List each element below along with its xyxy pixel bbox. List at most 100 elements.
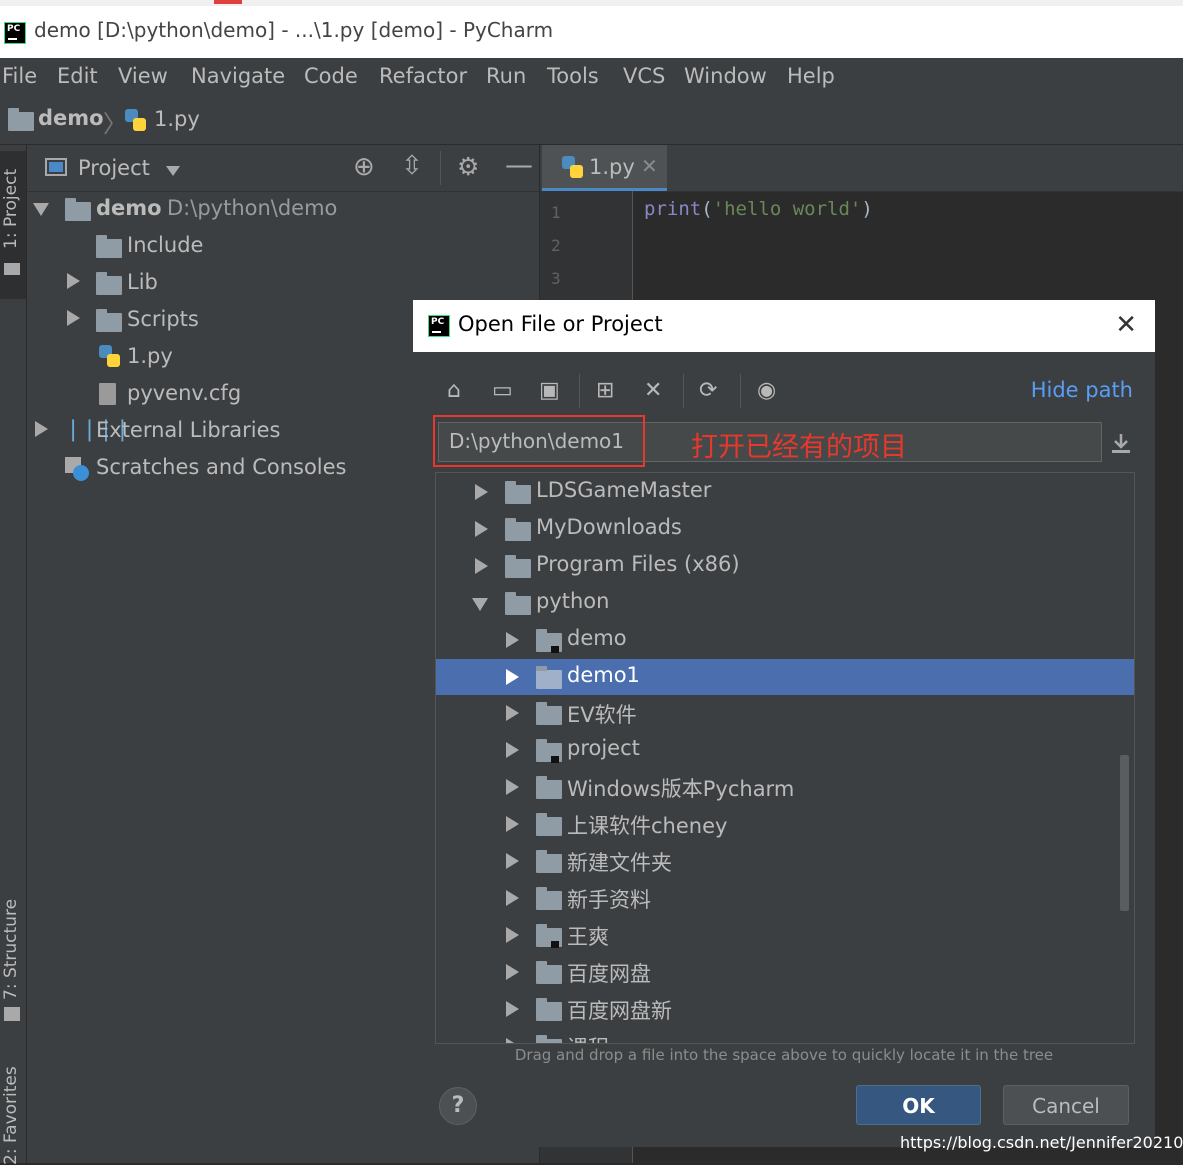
- expand-arrow-icon[interactable]: [35, 421, 48, 437]
- collapse-all-icon[interactable]: ⇳: [401, 151, 423, 181]
- tree-folder-row[interactable]: python: [436, 585, 1134, 621]
- tree-folder-row[interactable]: Program Files (x86): [436, 548, 1134, 584]
- expand-arrow-icon[interactable]: [506, 668, 519, 685]
- module-marker-icon: [551, 756, 559, 764]
- expand-arrow-icon[interactable]: [475, 557, 488, 574]
- home-icon[interactable]: ⌂: [447, 378, 461, 403]
- expand-arrow-icon[interactable]: [475, 520, 488, 537]
- ok-button[interactable]: OK: [856, 1085, 981, 1125]
- menu-view[interactable]: View: [118, 64, 168, 88]
- close-icon[interactable]: ✕: [641, 154, 658, 178]
- tree-item-lib[interactable]: Lib: [127, 270, 158, 294]
- tree-folder-label: Windows版本Pycharm: [567, 777, 795, 802]
- tree-item-external-libraries[interactable]: External Libraries: [96, 418, 281, 442]
- folder-icon: [536, 665, 562, 689]
- tree-folder-row[interactable]: 百度网盘新: [436, 991, 1134, 1027]
- tree-folder-row[interactable]: 新手资料: [436, 880, 1134, 916]
- folder-icon: [505, 517, 531, 541]
- locate-icon[interactable]: ⊕: [353, 152, 375, 182]
- menu-tools[interactable]: Tools: [547, 64, 599, 88]
- new-folder-icon[interactable]: ⊞: [596, 378, 614, 403]
- breadcrumb-file[interactable]: 1.py: [154, 107, 200, 131]
- tree-folder-row[interactable]: 王爽: [436, 917, 1134, 953]
- tree-folder-row[interactable]: MyDownloads: [436, 511, 1134, 547]
- chevron-down-icon[interactable]: [166, 166, 180, 176]
- tree-folder-row[interactable]: 课程: [436, 1028, 1134, 1044]
- close-icon[interactable]: ✕: [1115, 310, 1137, 340]
- tree-folder-row[interactable]: demo1: [436, 658, 1134, 695]
- gear-icon[interactable]: ⚙: [457, 152, 479, 181]
- help-button[interactable]: ?: [439, 1087, 477, 1125]
- desktop-icon[interactable]: ▭: [492, 378, 513, 403]
- project-folder-icon[interactable]: ▣: [539, 378, 560, 403]
- tree-folder-row[interactable]: EV软件: [436, 695, 1134, 731]
- menu-window[interactable]: Window: [684, 64, 767, 88]
- tree-folder-row[interactable]: 新建文件夹: [436, 843, 1134, 879]
- project-view-label[interactable]: Project: [78, 156, 150, 180]
- editor-tabs: 1.py ✕: [540, 145, 1183, 192]
- menu-navigate[interactable]: Navigate: [191, 64, 285, 88]
- delete-icon[interactable]: ✕: [644, 378, 662, 403]
- refresh-icon[interactable]: ⟳: [699, 378, 717, 403]
- dialog-title: Open File or Project: [458, 312, 663, 336]
- menu-edit[interactable]: Edit: [57, 64, 98, 88]
- file-tree[interactable]: LDSGameMaster MyDownloads Program Files (x…: [435, 472, 1135, 1044]
- code-line-1[interactable]: print('hello world'): [644, 198, 873, 220]
- cancel-button[interactable]: Cancel: [1003, 1085, 1129, 1125]
- expand-arrow-icon[interactable]: [33, 203, 49, 216]
- tab-structure[interactable]: 7: Structure: [1, 899, 21, 1000]
- editor-tab-active[interactable]: 1.py ✕: [542, 145, 667, 191]
- expand-arrow-icon[interactable]: [506, 926, 519, 943]
- expand-arrow-icon[interactable]: [506, 742, 519, 759]
- menu-code[interactable]: Code: [304, 64, 358, 88]
- expand-arrow-icon[interactable]: [506, 631, 519, 648]
- tree-folder-row[interactable]: LDSGameMaster: [436, 474, 1134, 510]
- tree-folder-row[interactable]: 上课软件cheney: [436, 806, 1134, 842]
- menu-refactor[interactable]: Refactor: [379, 64, 467, 88]
- tree-folder-row[interactable]: demo: [436, 622, 1134, 658]
- tree-folder-row[interactable]: Windows版本Pycharm: [436, 769, 1134, 805]
- menu-help[interactable]: Help: [787, 64, 835, 88]
- menu-file[interactable]: File: [2, 64, 37, 88]
- expand-arrow-icon[interactable]: [506, 779, 519, 796]
- tree-folder-row[interactable]: project: [436, 732, 1134, 768]
- expand-arrow-icon[interactable]: [506, 1037, 519, 1043]
- expand-arrow-icon[interactable]: [506, 963, 519, 980]
- folder-icon: [96, 272, 122, 295]
- breadcrumb-project[interactable]: demo: [38, 106, 104, 130]
- tree-folder-label: 王爽: [567, 924, 609, 949]
- hide-path-link[interactable]: Hide path: [1031, 378, 1133, 402]
- collapse-arrow-icon[interactable]: [472, 597, 488, 611]
- tree-folder-row[interactable]: 百度网盘: [436, 954, 1134, 990]
- dialog-titlebar: PC Open File or Project ✕: [413, 300, 1155, 352]
- tab-favorites[interactable]: 2: Favorites: [1, 1066, 21, 1165]
- folder-icon: [505, 591, 531, 615]
- tree-item-pyvenv[interactable]: pyvenv.cfg: [127, 381, 241, 405]
- tree-folder-label: 百度网盘: [567, 961, 651, 986]
- expand-arrow-icon[interactable]: [506, 705, 519, 722]
- expand-arrow-icon[interactable]: [506, 853, 519, 869]
- tree-item-include[interactable]: Include: [127, 233, 203, 257]
- config-file-icon: [99, 383, 116, 405]
- expand-arrow-icon[interactable]: [506, 816, 519, 833]
- download-icon[interactable]: [1110, 432, 1132, 458]
- show-hidden-icon[interactable]: ◉: [757, 378, 776, 403]
- tree-item-scratches[interactable]: Scratches and Consoles: [96, 455, 347, 479]
- tree-folder-label: 上课软件cheney: [567, 814, 728, 839]
- menu-run[interactable]: Run: [486, 64, 526, 88]
- expand-arrow-icon[interactable]: [475, 484, 488, 500]
- scrollbar-thumb[interactable]: [1120, 755, 1129, 911]
- tree-item-scripts[interactable]: Scripts: [127, 307, 199, 331]
- tab-project[interactable]: 1: Project: [1, 169, 21, 249]
- expand-arrow-icon[interactable]: [67, 310, 80, 326]
- expand-arrow-icon[interactable]: [67, 273, 80, 289]
- tree-root-name[interactable]: demo: [96, 196, 162, 220]
- expand-arrow-icon[interactable]: [506, 1000, 519, 1017]
- folder-icon: [536, 813, 562, 837]
- tree-item-py-file[interactable]: 1.py: [127, 344, 173, 368]
- menu-vcs[interactable]: VCS: [623, 64, 665, 88]
- minimize-icon[interactable]: —: [505, 148, 533, 181]
- tree-folder-label: 新手资料: [567, 887, 651, 912]
- tree-folder-label: 课程: [567, 1032, 609, 1044]
- expand-arrow-icon[interactable]: [506, 889, 519, 906]
